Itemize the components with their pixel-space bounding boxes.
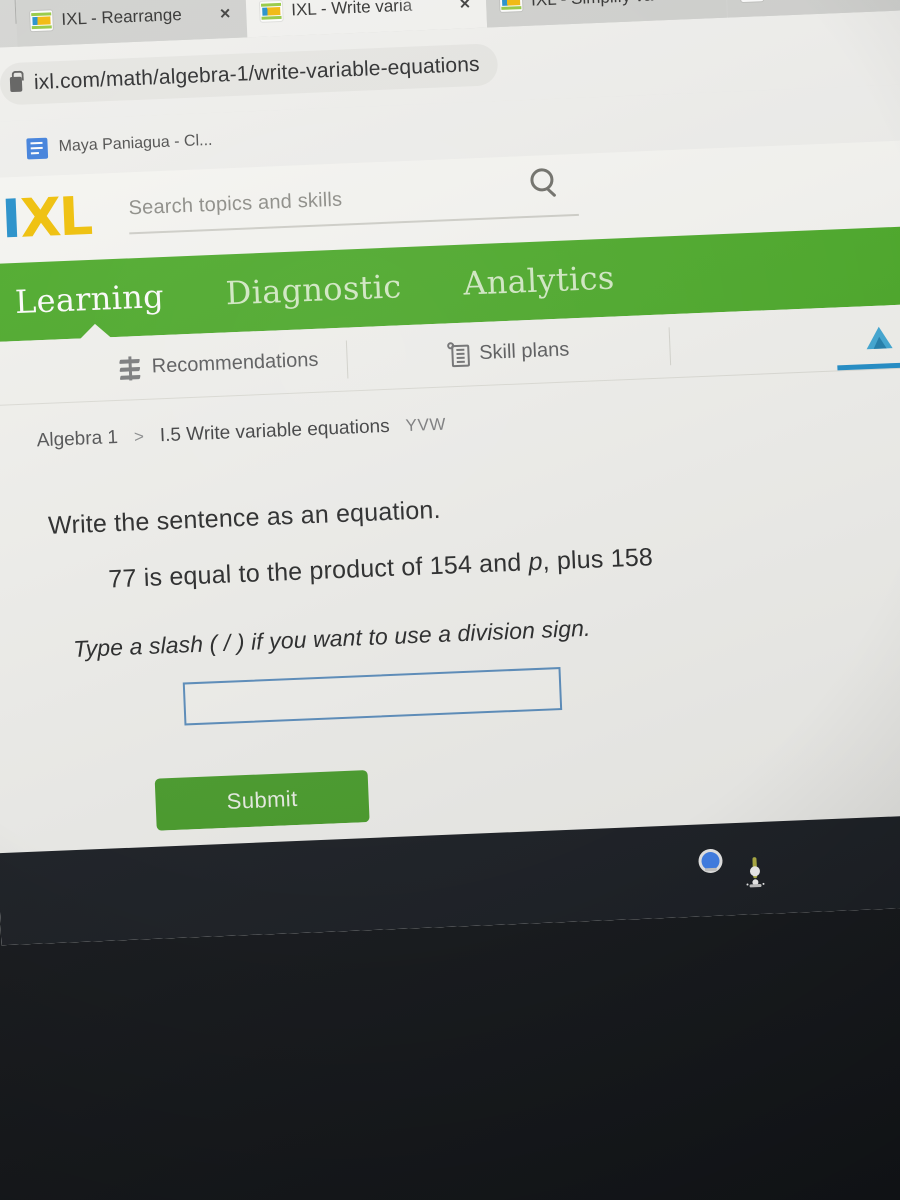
tab-title: IXL - Simplify va: [531, 0, 685, 11]
close-icon[interactable]: ×: [213, 2, 236, 24]
question-sentence: 77 is equal to the product of 154 and p,…: [108, 529, 900, 594]
url-text: ixl.com/math/algebra-1/write-variable-eq…: [33, 52, 481, 95]
active-subject-underline: [836, 354, 900, 371]
sentence-part-2: , plus 158: [542, 543, 654, 576]
chromebook-screen: × IXL - Rearrange × IXL - Write varia × …: [0, 0, 900, 946]
ixl-favicon: [259, 0, 283, 22]
chromeos-shelf: [704, 857, 762, 888]
subnav-label: Recommendations: [151, 348, 319, 378]
question-hint: Type a slash ( / ) if you want to use a …: [72, 614, 591, 662]
subnav-divider: [345, 340, 349, 379]
ixl-favicon: [740, 0, 764, 3]
skill-code: YVW: [405, 414, 447, 436]
tab-title: IXL - Rearrange: [61, 5, 183, 29]
ixl-favicon: [30, 10, 53, 32]
close-icon[interactable]: ×: [453, 0, 476, 14]
recommendations-icon: [117, 355, 142, 380]
logo-letters-xl: XL: [19, 186, 93, 251]
classroom-icon[interactable]: [752, 857, 758, 879]
subnav-item-recommendations[interactable]: Recommendations: [89, 328, 348, 401]
answer-input[interactable]: [182, 667, 563, 726]
lock-icon: [9, 76, 23, 92]
question-prompt: Write the sentence as an equation.: [47, 495, 442, 540]
search-field-wrapper[interactable]: Search topics and skills: [128, 167, 580, 234]
nav-item-learning[interactable]: Learning: [14, 277, 164, 321]
subject-selector-math[interactable]: Math: [834, 301, 900, 371]
nav-item-diagnostic[interactable]: Diagnostic: [225, 267, 402, 312]
subnav-label: Skill plans: [478, 338, 570, 365]
submit-button[interactable]: Submit: [154, 770, 370, 831]
bookmark-label: Maya Paniagua - Cl...: [58, 131, 213, 156]
app-running-indicator: [704, 867, 717, 872]
skill-plans-icon: [446, 342, 470, 368]
nav-item-analytics[interactable]: Analytics: [463, 259, 616, 303]
math-pyramid-icon: [865, 325, 893, 349]
tab-title: IXL - Write va: [771, 0, 897, 1]
bookmark-item-maya-paniagua[interactable]: Maya Paniagua - Cl...: [26, 130, 213, 159]
subnav-divider: [668, 326, 671, 365]
photo-of-screen: × IXL - Rearrange × IXL - Write varia × …: [0, 0, 900, 1200]
logo-letter-i: I: [0, 189, 21, 251]
subnav-item-skill-plans[interactable]: Skill plans: [418, 317, 598, 387]
ixl-logo[interactable]: I XL: [0, 186, 93, 251]
sentence-part-1: 77 is equal to the product of 154 and: [107, 548, 530, 594]
tab-title: IXL - Write varia: [290, 0, 413, 20]
chevron-right-icon: >: [133, 426, 145, 447]
breadcrumb-course[interactable]: Algebra 1: [36, 427, 118, 452]
address-bar[interactable]: ixl.com/math/algebra-1/write-variable-eq…: [0, 43, 499, 106]
tab-close-icon-offscreen[interactable]: ×: [0, 0, 17, 49]
search-input[interactable]: Search topics and skills: [128, 178, 579, 219]
app-running-indicator: [749, 883, 762, 888]
ixl-favicon: [499, 0, 523, 12]
variable-p: p: [527, 547, 544, 577]
question-area: Write the sentence as an equation. 77 is…: [0, 413, 900, 837]
close-icon[interactable]: ×: [693, 0, 716, 5]
classroom-bookmark-icon: [26, 137, 49, 159]
shelf-app-classroom[interactable]: [749, 857, 762, 888]
